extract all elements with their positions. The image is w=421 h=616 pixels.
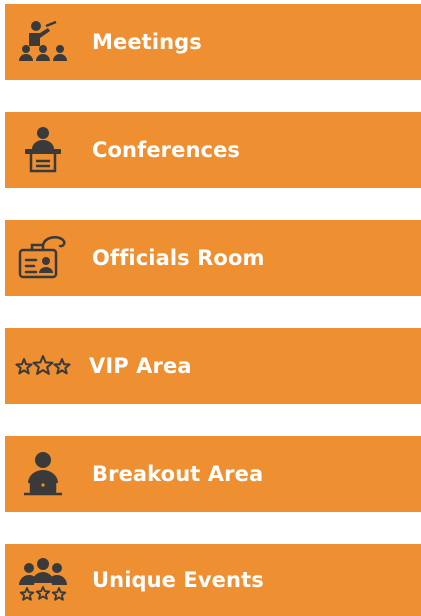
breakout-area-tile[interactable]: Breakout Area <box>5 436 421 512</box>
unique-events-tile[interactable]: Unique Events <box>5 544 421 616</box>
meetings-label: Meetings <box>92 30 202 54</box>
meeting-presenter-icon <box>15 18 71 66</box>
podium-speaker-icon <box>15 126 71 174</box>
group-stars-icon <box>15 556 71 604</box>
officials-room-tile[interactable]: Officials Room <box>5 220 421 296</box>
breakout-area-label: Breakout Area <box>92 462 264 486</box>
unique-events-label: Unique Events <box>92 568 264 592</box>
id-badge-icon <box>15 234 71 282</box>
event-spaces-menu: Meetings Conferences Officials Room VIP … <box>5 4 421 616</box>
vip-area-label: VIP Area <box>89 354 192 378</box>
conferences-label: Conferences <box>92 138 241 162</box>
conferences-tile[interactable]: Conferences <box>5 112 421 188</box>
meetings-tile[interactable]: Meetings <box>5 4 421 80</box>
vip-area-tile[interactable]: VIP Area <box>5 328 421 404</box>
person-laptop-icon <box>15 450 71 498</box>
officials-room-label: Officials Room <box>92 246 265 270</box>
three-stars-icon <box>15 342 71 390</box>
